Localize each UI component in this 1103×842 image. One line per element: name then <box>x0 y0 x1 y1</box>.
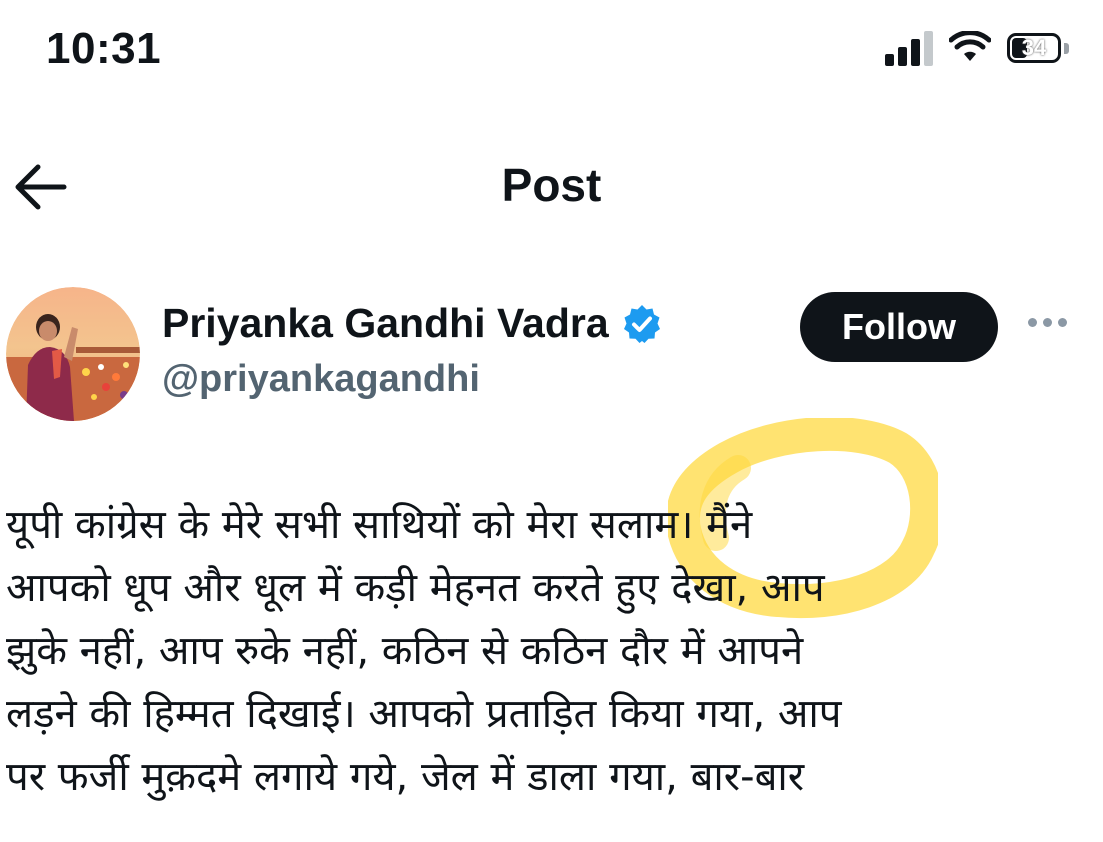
post-screen: 10:31 34 Post Priyanka Gandhi Vadra @pri… <box>0 0 1103 842</box>
author-display-name[interactable]: Priyanka Gandhi Vadra <box>162 300 609 347</box>
battery-body: 34 <box>1007 33 1061 63</box>
follow-button[interactable]: Follow <box>800 292 998 362</box>
wifi-icon <box>949 31 991 61</box>
status-time: 10:31 <box>46 24 162 73</box>
page-title: Post <box>501 159 602 211</box>
status-icons: 34 <box>885 30 1069 66</box>
battery-level: 34 <box>1021 35 1047 60</box>
battery-nub <box>1064 42 1069 54</box>
author-name-row[interactable]: Priyanka Gandhi Vadra <box>162 300 663 347</box>
post-text: यूपी कांग्रेस के मेरे सभी साथियों को मेर… <box>6 502 842 800</box>
verified-badge-icon <box>623 304 660 343</box>
author-handle[interactable]: @priyankagandhi <box>162 358 480 401</box>
avatar[interactable] <box>6 287 140 421</box>
signal-icon <box>885 30 933 66</box>
battery-icon: 34 <box>1007 33 1069 63</box>
ellipsis-icon[interactable] <box>1028 318 1067 327</box>
